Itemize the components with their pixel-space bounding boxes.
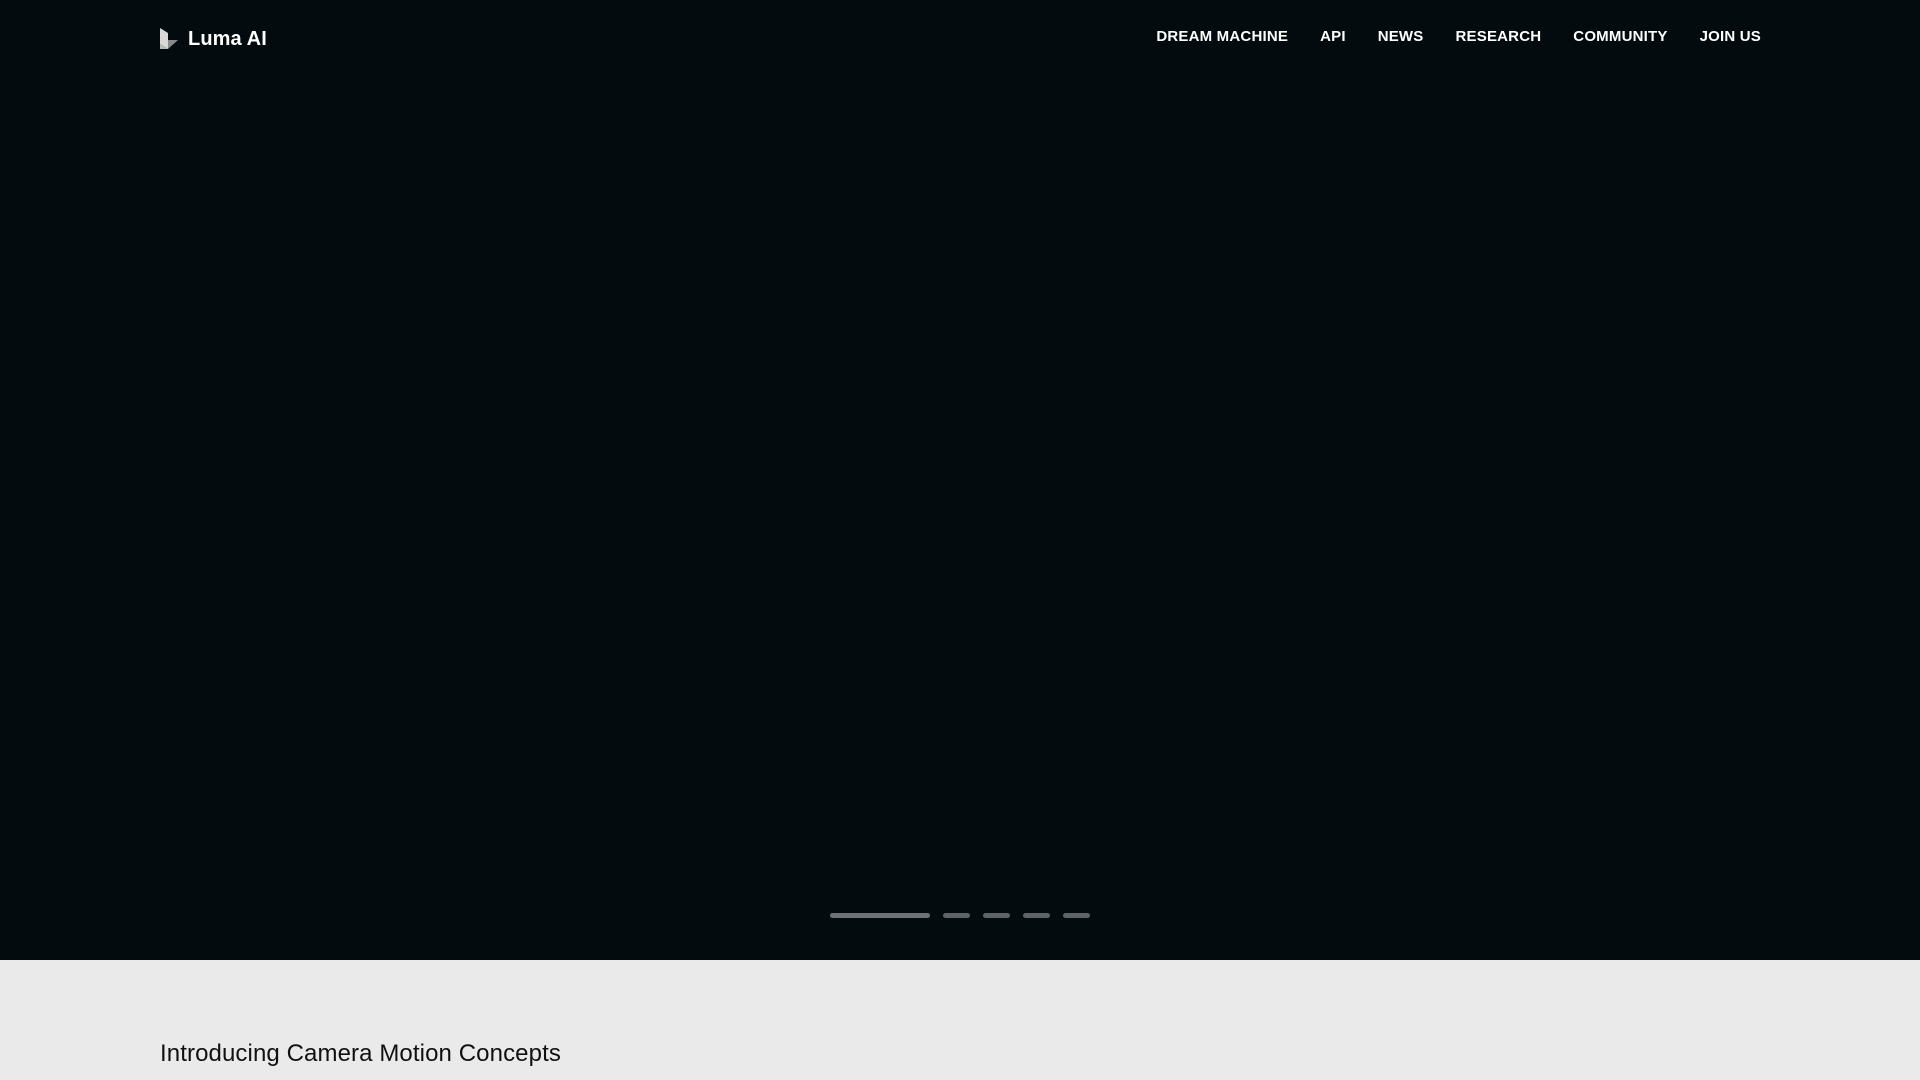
carousel-indicator-3[interactable] [983,913,1010,918]
intro-section: Introducing Camera Motion Concepts [0,960,1920,1080]
carousel-indicator-1[interactable] [830,913,930,918]
nav-link-news[interactable]: NEWS [1378,28,1424,45]
nav-link-join-us[interactable]: JOIN US [1700,28,1761,45]
carousel-indicator-2[interactable] [943,913,970,918]
top-navigation: Luma AI DREAM MACHINE API NEWS RESEARCH … [0,0,1920,78]
nav-link-api[interactable]: API [1320,28,1346,45]
main-menu: DREAM MACHINE API NEWS RESEARCH COMMUNIT… [1156,28,1761,45]
hero-section: Luma AI DREAM MACHINE API NEWS RESEARCH … [0,0,1920,960]
brand-name: Luma AI [188,27,267,50]
intro-heading: Introducing Camera Motion Concepts [160,1040,561,1067]
brand-home-link[interactable]: Luma AI [159,25,267,53]
nav-link-community[interactable]: COMMUNITY [1573,28,1667,45]
carousel-indicator-5[interactable] [1063,913,1090,918]
nav-link-dream-machine[interactable]: DREAM MACHINE [1156,28,1288,45]
carousel-indicators [830,913,1090,918]
luma-cube-icon [160,28,178,49]
nav-link-research[interactable]: RESEARCH [1456,28,1542,45]
carousel-indicator-4[interactable] [1023,913,1050,918]
